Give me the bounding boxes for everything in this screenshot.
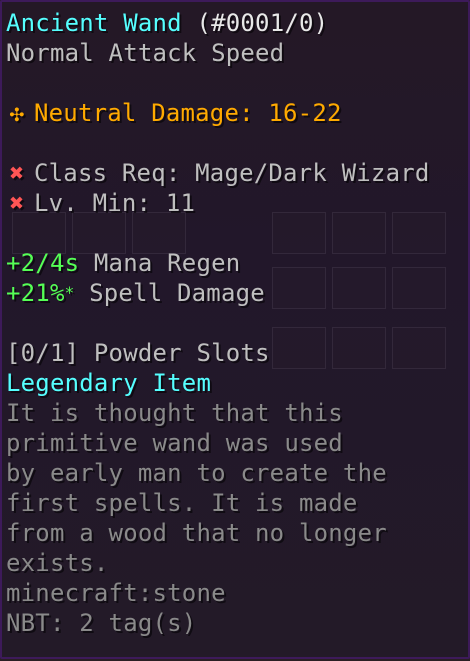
lore-line: primitive wand was used — [6, 429, 343, 457]
id-label: Spell Damage — [89, 279, 265, 307]
item-tooltip: Ancient Wand (#0001/0) Normal Attack Spe… — [0, 0, 470, 659]
damage-text: Neutral Damage: 16-22 — [34, 99, 342, 127]
id-value: +21% — [6, 279, 65, 307]
item-tier: Legendary Item — [6, 369, 212, 397]
lore-line: by early man to create the — [6, 459, 387, 487]
lore-line: first spells. It is made — [6, 489, 358, 517]
debug-item-id: minecraft:stone — [6, 579, 226, 607]
lore-line: exists. — [6, 549, 109, 577]
item-id: (#0001/0) — [196, 9, 329, 37]
nbt-info: NBT: 2 tag(s) — [6, 609, 197, 637]
attack-speed: Normal Attack Speed — [6, 39, 285, 67]
cross-icon: ✖ — [9, 189, 25, 217]
id-label: Mana Regen — [93, 249, 241, 277]
damage-line: ✣ Neutral Damage: 16-22 — [6, 98, 468, 128]
requirement-text: Lv. Min: 11 — [34, 189, 196, 217]
neutral-damage-icon: ✣ — [9, 99, 25, 127]
identification-spell-damage: +21%* Spell Damage — [6, 278, 468, 308]
title-line: Ancient Wand (#0001/0) — [6, 8, 468, 38]
id-value: +2/4s — [6, 249, 80, 277]
lore-line: It is thought that this — [6, 399, 343, 427]
requirement-level: ✖ Lv. Min: 11 — [6, 188, 468, 218]
cross-icon: ✖ — [9, 159, 25, 187]
requirement-text: Class Req: Mage/Dark Wizard — [34, 159, 430, 187]
lore-line: from a wood that no longer — [6, 519, 387, 547]
requirement-class: ✖ Class Req: Mage/Dark Wizard — [6, 158, 468, 188]
tooltip-lines: Ancient Wand (#0001/0) Normal Attack Spe… — [6, 8, 468, 638]
powder-slots: [0/1] Powder Slots — [6, 339, 270, 367]
id-suffix: * — [64, 283, 75, 302]
identification-mana-regen: +2/4s Mana Regen — [6, 248, 468, 278]
item-name: Ancient Wand — [6, 9, 182, 37]
